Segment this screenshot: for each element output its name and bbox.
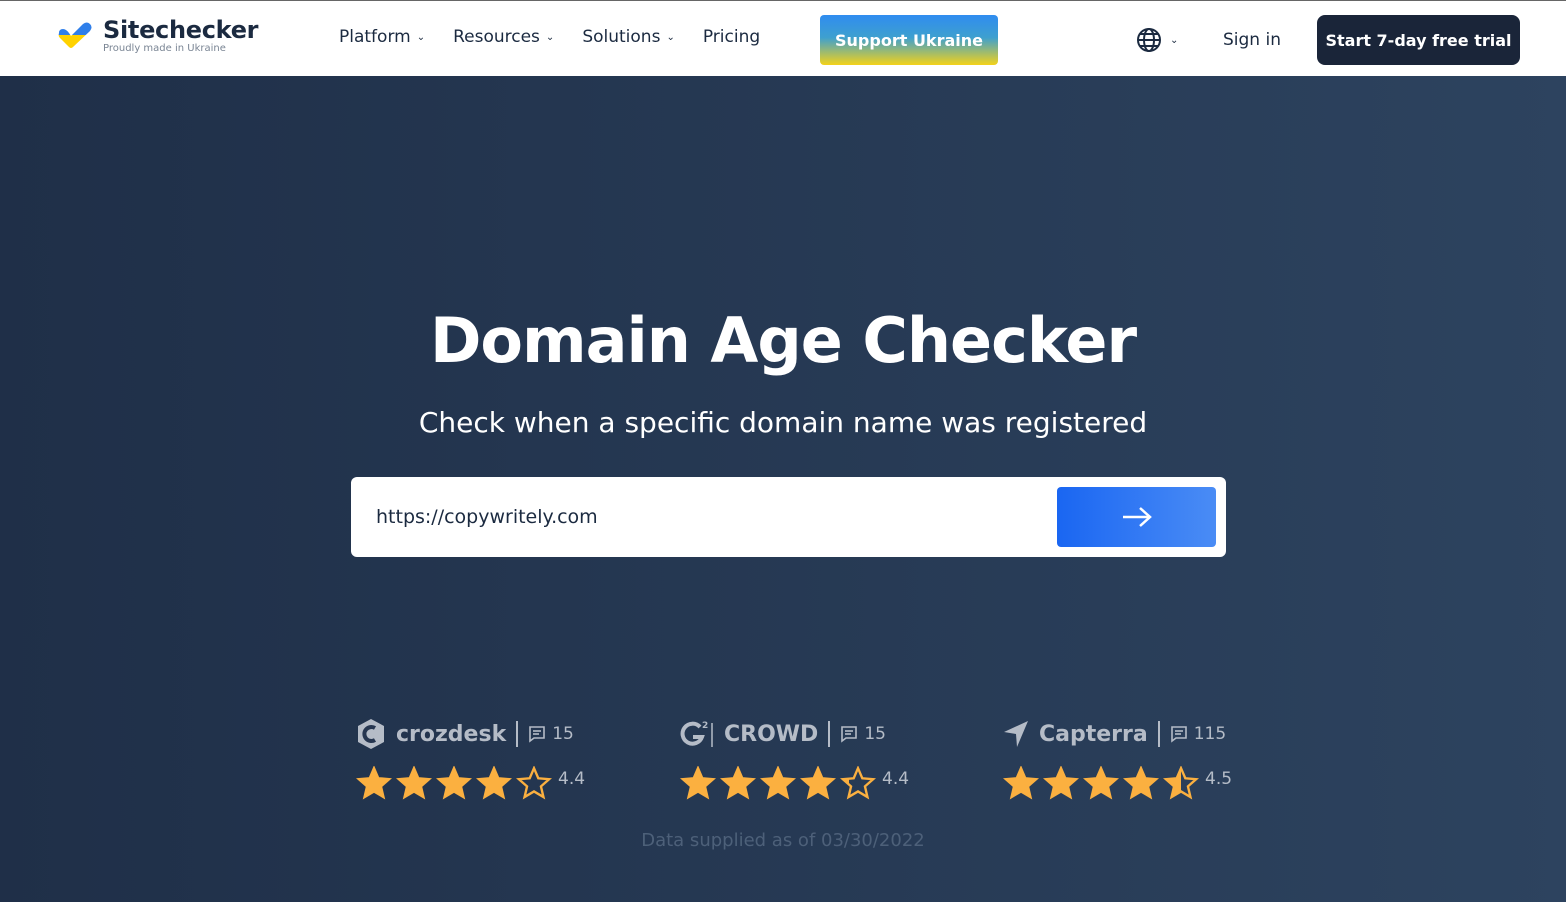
start-trial-button[interactable]: Start 7-day free trial <box>1317 15 1520 65</box>
crozdesk-logo-icon <box>358 719 384 749</box>
logo-name: Sitechecker <box>103 16 259 44</box>
svg-text:2: 2 <box>702 721 708 731</box>
comment-icon <box>841 726 858 743</box>
domain-input[interactable] <box>376 497 1036 537</box>
menu-resources[interactable]: Resources ⌄ <box>453 27 554 47</box>
chevron-down-icon: ⌄ <box>416 32 426 43</box>
arrow-right-icon <box>1122 507 1152 527</box>
heart-check-icon <box>58 22 92 48</box>
star-icon <box>1043 766 1079 800</box>
menu-pricing[interactable]: Pricing <box>703 27 760 47</box>
language-selector[interactable]: ⌄ <box>1136 27 1178 53</box>
data-supplied-note: Data supplied as of 03/30/2022 <box>641 830 925 851</box>
review-count: 15 <box>552 724 574 744</box>
brand-name: CROWD <box>724 721 819 747</box>
top-nav: Sitechecker Proudly made in Ukraine Platf… <box>0 0 1566 76</box>
star-icon <box>1003 766 1039 800</box>
chevron-down-icon: ⌄ <box>666 32 675 43</box>
star-rating: 4.5 <box>1003 766 1263 800</box>
comment-icon <box>1170 726 1187 743</box>
star-icon <box>476 766 512 800</box>
menu-label: Solutions <box>582 27 661 47</box>
brand-name: Capterra <box>1039 721 1148 747</box>
review-count: 115 <box>1193 724 1227 744</box>
support-ukraine-button[interactable]: Support Ukraine <box>820 15 998 65</box>
page-title: Domain Age Checker <box>429 304 1137 377</box>
rating-score: 4.5 <box>1205 769 1233 789</box>
star-icon <box>840 766 876 800</box>
submit-button[interactable] <box>1057 487 1216 547</box>
star-icon <box>1083 766 1119 800</box>
page-subtitle: Check when a specific domain name was re… <box>418 406 1148 439</box>
hero-section: Domain Age Checker Check when a specific… <box>0 76 1566 902</box>
divider <box>828 721 831 747</box>
star-icon <box>516 766 552 800</box>
rating-score: 4.4 <box>882 769 910 789</box>
star-icon <box>720 766 756 800</box>
comment-icon <box>529 726 546 743</box>
g2-logo-icon: 2 <box>680 721 713 747</box>
star-icon <box>436 766 472 800</box>
star-icon <box>1163 766 1199 800</box>
star-rating: 4.4 <box>356 766 616 800</box>
logo-tagline: Proudly made in Ukraine <box>103 43 226 54</box>
star-rating: 4.4 <box>680 766 940 800</box>
star-icon <box>1123 766 1159 800</box>
chevron-down-icon: ⌄ <box>1170 34 1179 46</box>
review-count: 15 <box>864 724 886 744</box>
search-box <box>351 477 1226 557</box>
star-icon <box>680 766 716 800</box>
logo[interactable]: Sitechecker Proudly made in Ukraine <box>57 16 259 54</box>
menu-solutions[interactable]: Solutions ⌄ <box>582 27 675 47</box>
capterra-logo-icon <box>1004 721 1028 747</box>
globe-icon <box>1137 28 1161 52</box>
divider <box>516 721 519 747</box>
menu-label: Pricing <box>702 27 761 47</box>
sign-in-link[interactable]: Sign in <box>1223 30 1281 50</box>
rating-crozdesk[interactable]: crozdesk 15 4.4 <box>356 716 616 800</box>
rating-capterra[interactable]: Capterra 115 4.5 <box>1003 716 1263 800</box>
chevron-down-icon: ⌄ <box>545 32 555 43</box>
menu-platform[interactable]: Platform ⌄ <box>339 27 425 47</box>
menu-label: Platform <box>339 27 411 47</box>
star-icon <box>396 766 432 800</box>
star-icon <box>760 766 796 800</box>
menu-label: Resources <box>453 27 540 47</box>
rating-crowd[interactable]: 2 CROWD 15 4.4 <box>680 716 940 800</box>
brand-name: crozdesk <box>396 721 507 747</box>
divider <box>1157 721 1160 747</box>
star-icon <box>356 766 392 800</box>
rating-score: 4.4 <box>558 769 586 789</box>
star-icon <box>800 766 836 800</box>
